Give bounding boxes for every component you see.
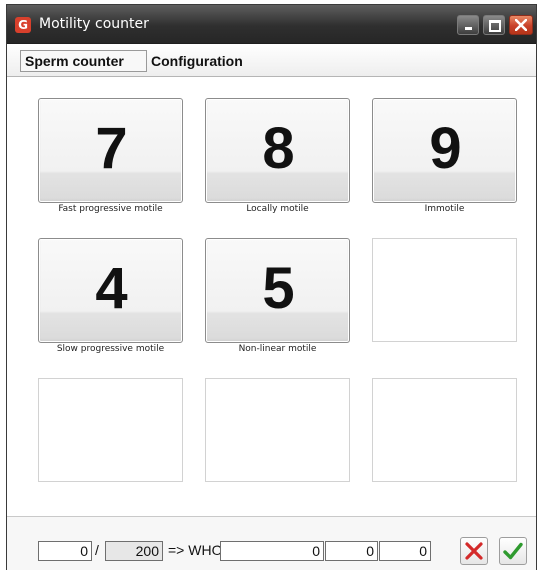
locally-motile-button[interactable]: 8	[205, 98, 350, 203]
app-logo-icon: G	[15, 17, 31, 33]
empty-counter-slot	[372, 378, 517, 482]
window-title: Motility counter	[39, 16, 149, 32]
title-bar[interactable]: G Motility counter	[7, 5, 536, 44]
tab-sperm-counter[interactable]: Sperm counter	[20, 50, 147, 72]
close-icon	[515, 19, 527, 31]
who-field-2[interactable]: 0	[325, 541, 378, 561]
empty-counter-slot	[205, 378, 350, 482]
counter-label: Non-linear motile	[238, 344, 317, 354]
counter-key: 5	[262, 256, 295, 321]
count-field[interactable]: 0	[38, 541, 92, 561]
tab-bar: Sperm counter Configuration	[7, 44, 536, 77]
counter-label: Fast progressive motile	[58, 204, 163, 214]
immotile-button[interactable]: 9	[372, 98, 517, 203]
minimize-button[interactable]	[457, 15, 479, 35]
counter-key: 8	[262, 116, 295, 181]
confirm-button[interactable]	[499, 537, 527, 565]
tab-configuration[interactable]: Configuration	[147, 50, 257, 72]
counter-label: Slow progressive motile	[56, 344, 165, 354]
non-linear-motile-button[interactable]: 5	[205, 238, 350, 343]
red-x-icon	[465, 542, 483, 560]
slow-progressive-motile-button[interactable]: 4	[38, 238, 183, 343]
total-field[interactable]: 200	[105, 541, 163, 561]
counter-key: 9	[429, 116, 462, 181]
empty-counter-slot	[372, 238, 517, 342]
motility-counter-window: G Motility counter Sperm counter Configu…	[6, 4, 537, 570]
counter-key: 4	[95, 256, 128, 321]
empty-counter-slot	[38, 378, 183, 482]
status-footer: 0 / 200 => WHO 0 0 0	[7, 516, 536, 570]
who-label: => WHO	[168, 542, 223, 558]
fast-progressive-motile-button[interactable]: 7	[38, 98, 183, 203]
counter-key: 7	[95, 116, 128, 181]
cancel-button[interactable]	[460, 537, 488, 565]
count-separator: /	[95, 542, 99, 558]
close-button[interactable]	[509, 15, 533, 35]
counter-label: Locally motile	[246, 204, 309, 214]
who-field-3[interactable]: 0	[379, 541, 431, 561]
maximize-button[interactable]	[483, 15, 505, 35]
who-field-1[interactable]: 0	[220, 541, 324, 561]
green-check-icon	[503, 542, 523, 560]
counter-label: Immotile	[424, 204, 465, 214]
